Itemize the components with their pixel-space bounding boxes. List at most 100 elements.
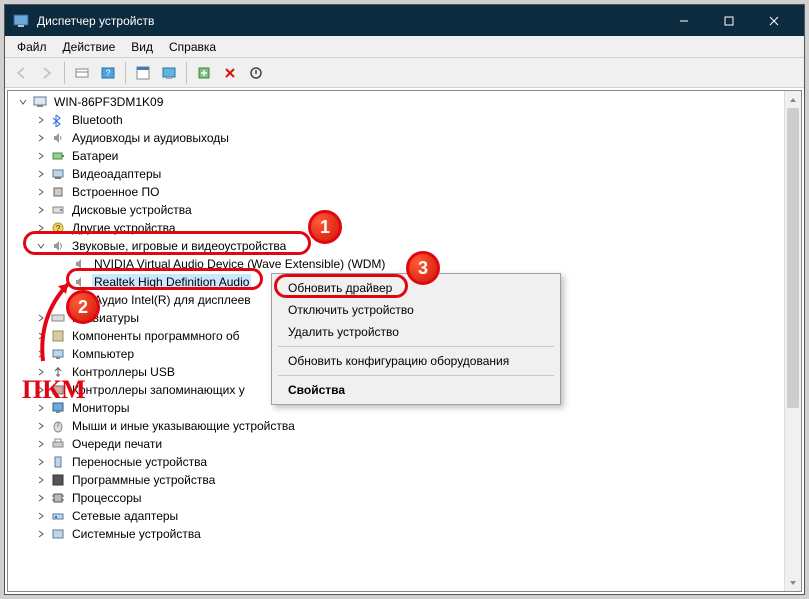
ctx-separator <box>278 375 554 376</box>
category-network[interactable]: Сетевые адаптеры <box>12 507 801 525</box>
expand-icon[interactable] <box>34 473 48 487</box>
scan-button[interactable] <box>157 61 181 85</box>
context-menu: Обновить драйвер Отключить устройство Уд… <box>271 273 561 405</box>
expand-icon[interactable] <box>34 185 48 199</box>
menu-action[interactable]: Действие <box>55 38 124 56</box>
scroll-down-button[interactable] <box>785 574 801 591</box>
app-icon <box>13 13 29 29</box>
ctx-rescan[interactable]: Обновить конфигурацию оборудования <box>274 350 558 372</box>
expand-icon[interactable] <box>34 383 48 397</box>
maximize-button[interactable] <box>706 5 751 36</box>
expand-icon[interactable] <box>34 329 48 343</box>
toolbar: ? <box>5 58 804 88</box>
computer-icon <box>32 94 48 110</box>
category-mouse[interactable]: Мыши и иные указывающие устройства <box>12 417 801 435</box>
unknown-device-icon: ? <box>50 220 66 236</box>
category-print-queue[interactable]: Очереди печати <box>12 435 801 453</box>
category-software-devices[interactable]: Программные устройства <box>12 471 801 489</box>
close-button[interactable] <box>751 5 796 36</box>
help-button[interactable]: ? <box>96 61 120 85</box>
show-hidden-button[interactable] <box>70 61 94 85</box>
disk-icon <box>50 202 66 218</box>
category-portable[interactable]: Переносные устройства <box>12 453 801 471</box>
usb-icon <box>50 364 66 380</box>
category-video[interactable]: Видеоадаптеры <box>12 165 801 183</box>
menu-bar: Файл Действие Вид Справка <box>5 36 804 58</box>
menu-help[interactable]: Справка <box>161 38 224 56</box>
expand-icon[interactable] <box>34 131 48 145</box>
category-sound[interactable]: Звуковые, игровые и видеоустройства <box>12 237 801 255</box>
annotation-badge-3: 3 <box>406 251 440 285</box>
system-device-icon <box>50 526 66 542</box>
mouse-icon <box>50 418 66 434</box>
bluetooth-icon <box>50 112 66 128</box>
monitor-icon <box>50 400 66 416</box>
expand-icon[interactable] <box>34 365 48 379</box>
annotation-badge-1: 1 <box>308 210 342 244</box>
category-battery[interactable]: Батареи <box>12 147 801 165</box>
display-adapter-icon <box>50 166 66 182</box>
sound-icon <box>50 238 66 254</box>
speaker-icon <box>50 130 66 146</box>
storage-ctrl-icon <box>50 382 66 398</box>
expand-icon[interactable] <box>34 455 48 469</box>
expand-icon[interactable] <box>34 347 48 361</box>
svg-text:?: ? <box>56 224 61 233</box>
disable-button[interactable] <box>244 61 268 85</box>
expand-icon[interactable] <box>34 509 48 523</box>
uninstall-button[interactable] <box>218 61 242 85</box>
expand-icon[interactable] <box>34 437 48 451</box>
pc-icon <box>50 346 66 362</box>
expand-icon[interactable] <box>34 167 48 181</box>
expand-icon[interactable] <box>34 311 48 325</box>
printer-icon <box>50 436 66 452</box>
menu-file[interactable]: Файл <box>9 38 55 56</box>
sound-device-icon <box>72 274 88 290</box>
expand-icon[interactable] <box>34 491 48 505</box>
category-disk[interactable]: Дисковые устройства <box>12 201 801 219</box>
forward-button[interactable] <box>35 61 59 85</box>
ctx-properties[interactable]: Свойства <box>274 379 558 401</box>
expand-icon[interactable] <box>34 419 48 433</box>
properties-button[interactable] <box>131 61 155 85</box>
portable-icon <box>50 454 66 470</box>
ctx-separator <box>278 346 554 347</box>
network-icon <box>50 508 66 524</box>
expand-icon[interactable] <box>34 221 48 235</box>
collapse-icon[interactable] <box>16 95 30 109</box>
minimize-button[interactable] <box>661 5 706 36</box>
update-driver-button[interactable] <box>192 61 216 85</box>
expand-icon[interactable] <box>34 203 48 217</box>
root-node[interactable]: WIN-86PF3DM1K09 <box>12 93 801 111</box>
svg-text:?: ? <box>105 68 110 78</box>
chip-icon <box>50 184 66 200</box>
back-button[interactable] <box>9 61 33 85</box>
expand-icon[interactable] <box>34 401 48 415</box>
expand-icon[interactable] <box>34 149 48 163</box>
scroll-thumb[interactable] <box>787 108 799 408</box>
scroll-up-button[interactable] <box>785 91 801 108</box>
ctx-disable-device[interactable]: Отключить устройство <box>274 299 558 321</box>
battery-icon <box>50 148 66 164</box>
collapse-icon[interactable] <box>34 239 48 253</box>
keyboard-icon <box>50 310 66 326</box>
ctx-remove-device[interactable]: Удалить устройство <box>274 321 558 343</box>
category-firmware[interactable]: Встроенное ПО <box>12 183 801 201</box>
device-tree-area: WIN-86PF3DM1K09 Bluetooth Аудиовходы и а… <box>7 90 802 592</box>
software-device-icon <box>50 472 66 488</box>
expand-icon[interactable] <box>34 113 48 127</box>
titlebar: Диспетчер устройств <box>5 5 804 36</box>
category-bluetooth[interactable]: Bluetooth <box>12 111 801 129</box>
window-title: Диспетчер устройств <box>37 14 661 28</box>
category-audio-io[interactable]: Аудиовходы и аудиовыходы <box>12 129 801 147</box>
category-other[interactable]: ? Другие устройства <box>12 219 801 237</box>
category-cpu[interactable]: Процессоры <box>12 489 801 507</box>
cpu-icon <box>50 490 66 506</box>
sound-device-icon <box>72 256 88 272</box>
component-icon <box>50 328 66 344</box>
menu-view[interactable]: Вид <box>123 38 161 56</box>
annotation-badge-2: 2 <box>66 290 100 324</box>
category-system[interactable]: Системные устройства <box>12 525 801 543</box>
vertical-scrollbar[interactable] <box>784 91 801 591</box>
expand-icon[interactable] <box>34 527 48 541</box>
